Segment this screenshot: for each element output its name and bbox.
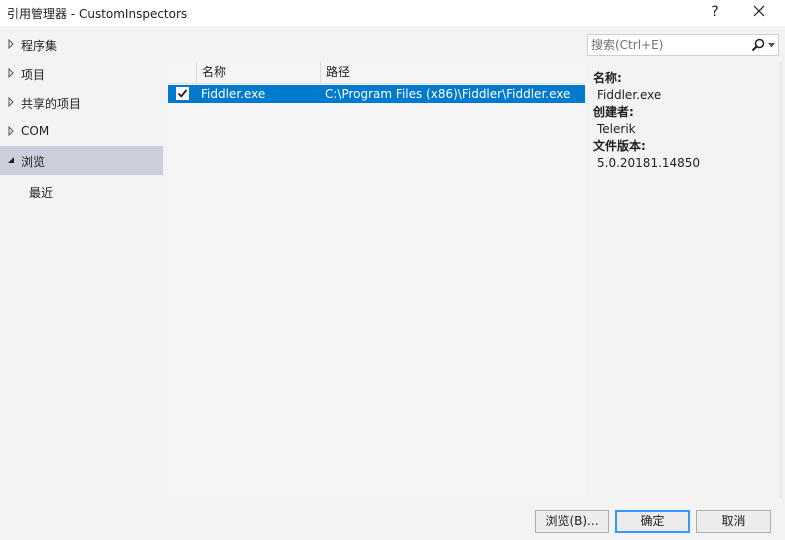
column-header-path[interactable]: 路径 — [320, 62, 585, 84]
nav-item-assemblies[interactable]: 程序集 — [0, 30, 163, 59]
expand-arrow-icon — [8, 97, 14, 107]
column-header-name[interactable]: 名称 — [196, 62, 320, 84]
search-box[interactable] — [587, 34, 779, 56]
reference-list[interactable]: 名称 路径 Fiddler.exe C:\Program Files (x86)… — [168, 62, 585, 498]
cancel-button[interactable]: 取消 — [696, 510, 771, 533]
nav-item-label: 浏览 — [21, 155, 46, 169]
table-row[interactable]: Fiddler.exe C:\Program Files (x86)\Fiddl… — [168, 85, 585, 103]
close-icon — [753, 5, 765, 17]
search-icon[interactable] — [751, 38, 765, 52]
nav-item-projects[interactable]: 项目 — [0, 59, 163, 88]
nav-item-label: 共享的项目 — [21, 97, 82, 111]
nav-item-browse[interactable]: 浏览 — [0, 146, 163, 175]
search-input[interactable] — [591, 37, 741, 53]
nav-item-shared-projects[interactable]: 共享的项目 — [0, 88, 163, 117]
nav-item-recent[interactable]: 最近 — [0, 177, 163, 206]
ok-button[interactable]: 确定 — [615, 510, 690, 533]
detail-value-creator: Telerik — [597, 122, 636, 136]
nav-item-label: 程序集 — [21, 39, 58, 53]
title-bar: 引用管理器 - CustomInspectors ? — [0, 0, 785, 26]
row-checkbox[interactable] — [176, 87, 189, 100]
browse-button[interactable]: 浏览(B)... — [535, 510, 609, 533]
help-button[interactable]: ? — [706, 2, 724, 22]
detail-label-creator: 创建者: — [593, 105, 634, 119]
detail-label-version: 文件版本: — [593, 139, 646, 153]
nav-item-label: COM — [21, 124, 50, 138]
dropdown-arrow-icon[interactable] — [768, 43, 775, 48]
row-name-cell: Fiddler.exe — [201, 87, 266, 101]
checkmark-icon — [177, 89, 188, 98]
collapse-arrow-icon — [8, 157, 14, 163]
nav-item-com[interactable]: COM — [0, 117, 163, 146]
panel-divider — [780, 62, 782, 498]
row-path-cell: C:\Program Files (x86)\Fiddler\Fiddler.e… — [325, 87, 571, 101]
detail-label-name: 名称: — [593, 71, 622, 85]
left-navigation: 程序集 项目 共享的项目 COM 浏览 最近 — [0, 30, 163, 504]
close-button[interactable] — [748, 2, 770, 22]
nav-item-label: 项目 — [21, 68, 46, 82]
detail-value-version: 5.0.20181.14850 — [597, 156, 701, 170]
window-title: 引用管理器 - CustomInspectors — [7, 7, 188, 21]
detail-value-name: Fiddler.exe — [597, 88, 662, 102]
details-panel: 名称: Fiddler.exe 创建者: Telerik 文件版本: 5.0.2… — [593, 70, 778, 172]
nav-item-label: 最近 — [29, 186, 54, 200]
column-header-check[interactable] — [168, 62, 196, 84]
list-header: 名称 路径 — [168, 62, 585, 84]
expand-arrow-icon — [8, 68, 14, 78]
expand-arrow-icon — [8, 39, 14, 49]
expand-arrow-icon — [8, 126, 14, 136]
